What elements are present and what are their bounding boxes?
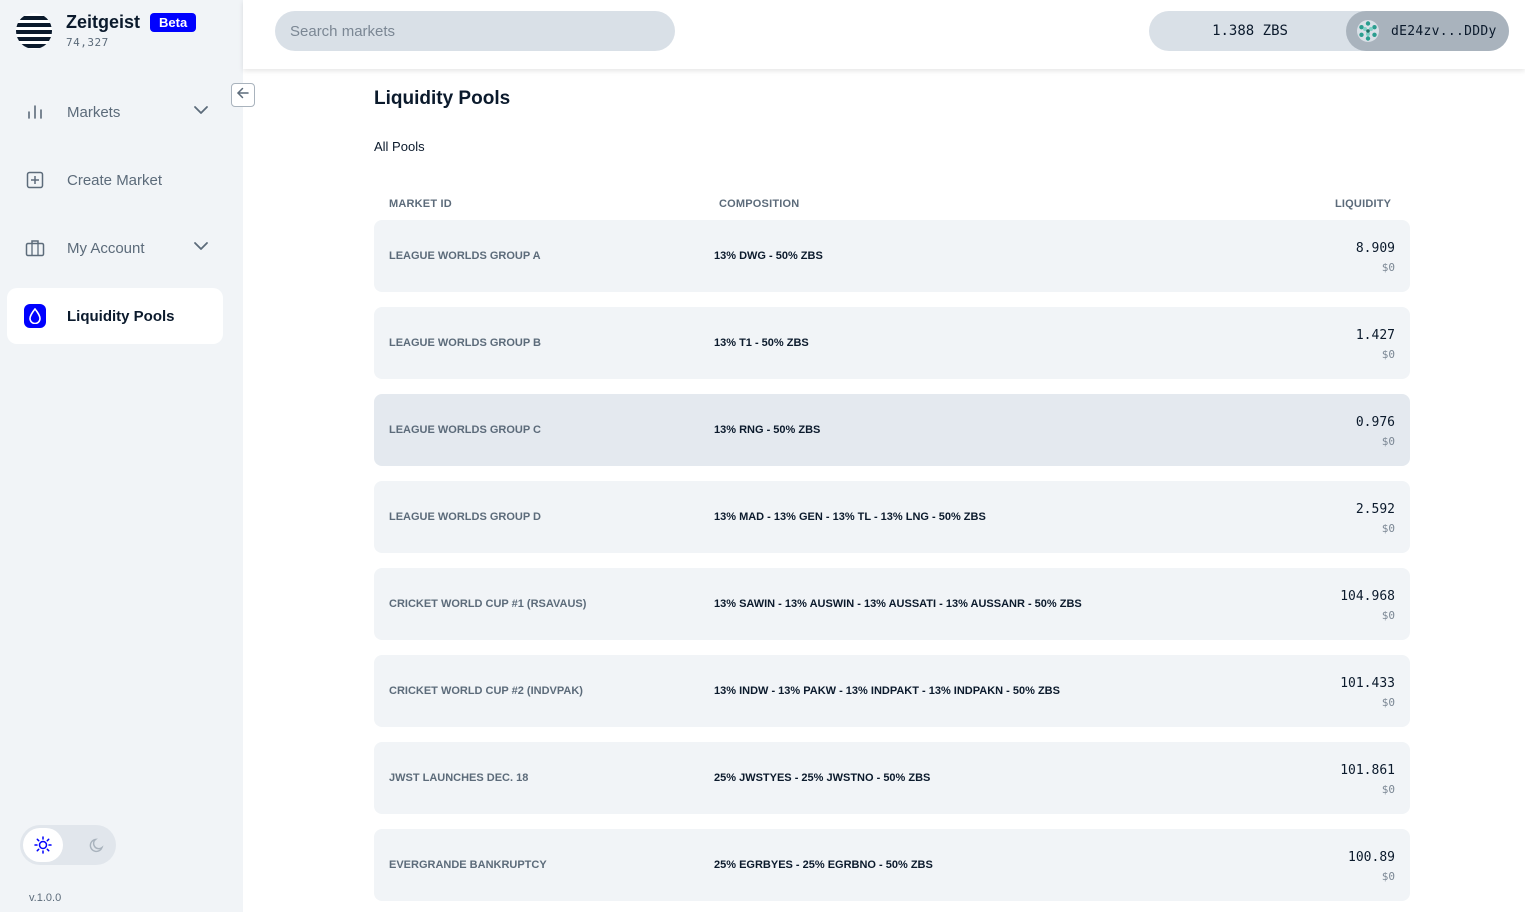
composition-cell: 13% DWG - 50% ZBS (714, 250, 823, 262)
liquidity-usd-cell: $0 (1381, 609, 1395, 622)
liquidity-cell: 101.433 (1340, 676, 1395, 691)
table-row[interactable]: LEAGUE WORLDS GROUP C 13% RNG - 50% ZBS … (374, 394, 1410, 466)
table-row[interactable]: CRICKET WORLD CUP #1 (RSAVAUS) 13% SAWIN… (374, 568, 1410, 640)
market-id-cell: CRICKET WORLD CUP #2 (INDVPAK) (389, 685, 583, 697)
market-id-cell: CRICKET WORLD CUP #1 (RSAVAUS) (389, 598, 587, 610)
column-header-liquidity: LIQUIDITY (1335, 198, 1392, 210)
table-row[interactable]: CRICKET WORLD CUP #2 (INDVPAK) 13% INDW … (374, 655, 1410, 727)
composition-cell: 13% SAWIN - 13% AUSWIN - 13% AUSSATI - 1… (714, 598, 1082, 610)
composition-cell: 25% EGRBYES - 25% EGRBNO - 50% ZBS (714, 859, 933, 871)
sun-icon[interactable] (23, 828, 63, 862)
liquidity-usd-cell: $0 (1381, 696, 1395, 709)
chevron-down-icon[interactable] (193, 102, 209, 123)
zeitgeist-logo-icon (16, 13, 52, 49)
liquidity-cell: 8.909 (1355, 241, 1395, 256)
liquidity-cell: 2.592 (1355, 502, 1395, 517)
composition-cell: 25% JWSTYES - 25% JWSTNO - 50% ZBS (714, 772, 931, 784)
sidebar-item-my-account[interactable]: My Account (7, 220, 223, 276)
liquidity-usd-cell: $0 (1381, 783, 1395, 796)
sidebar-item-label: Liquidity Pools (67, 307, 175, 325)
market-id-cell: LEAGUE WORLDS GROUP B (389, 337, 541, 349)
collapse-sidebar-button[interactable] (231, 83, 255, 107)
liquidity-usd-cell: $0 (1381, 522, 1395, 535)
search-input[interactable] (275, 11, 675, 51)
liquidity-usd-cell: $0 (1381, 261, 1395, 274)
liquidity-usd-cell: $0 (1381, 870, 1395, 883)
arrow-left-icon (236, 86, 250, 105)
sidebar-item-liquidity-pools[interactable]: Liquidity Pools (7, 288, 223, 344)
sidebar-item-label: Markets (67, 103, 121, 121)
composition-cell: 13% RNG - 50% ZBS (714, 424, 821, 436)
wallet-widget[interactable]: 1.388 ZBS dE24zv...DDDy (1149, 11, 1509, 51)
liquidity-cell: 104.968 (1340, 589, 1395, 604)
liquidity-usd-cell: $0 (1381, 435, 1395, 448)
account-button[interactable]: dE24zv...DDDy (1346, 11, 1509, 51)
identicon-avatar (1355, 18, 1381, 44)
pools-subtitle: All Pools (374, 139, 425, 154)
moon-icon[interactable] (80, 828, 114, 862)
top-bar: 1.388 ZBS dE24zv...DDDy (243, 0, 1525, 69)
liquidity-cell: 101.861 (1340, 763, 1395, 778)
market-id-cell: LEAGUE WORLDS GROUP A (389, 250, 541, 262)
column-header-market-id: MARKET ID (389, 198, 452, 210)
sidebar-item-markets[interactable]: Markets (7, 84, 223, 140)
market-id-cell: LEAGUE WORLDS GROUP D (389, 511, 541, 523)
market-id-cell: JWST LAUNCHES DEC. 18 (389, 772, 529, 784)
version-label: v.1.0.0 (29, 892, 62, 904)
table-row[interactable]: JWST LAUNCHES DEC. 18 25% JWSTYES - 25% … (374, 742, 1410, 814)
account-address: dE24zv...DDDy (1391, 23, 1497, 39)
droplet-icon (24, 304, 46, 328)
brand[interactable]: Zeitgeist Beta 74,327 (16, 12, 197, 49)
sidebar-item-label: Create Market (67, 171, 163, 189)
table-row[interactable]: EVERGRANDE BANKRUPTCY 25% EGRBYES - 25% … (374, 829, 1410, 901)
composition-cell: 13% INDW - 13% PAKW - 13% INDPAKT - 13% … (714, 685, 1060, 697)
market-id-cell: EVERGRANDE BANKRUPTCY (389, 859, 547, 871)
liquidity-cell: 1.427 (1355, 328, 1395, 343)
sidebar: Zeitgeist Beta 74,327 Markets Create Mar… (0, 0, 243, 912)
chevron-down-icon[interactable] (193, 238, 209, 259)
theme-toggle[interactable] (20, 825, 116, 865)
composition-cell: 13% T1 - 50% ZBS (714, 337, 809, 349)
sidebar-item-label: My Account (67, 239, 145, 257)
liquidity-cell: 100.89 (1348, 850, 1395, 865)
market-id-cell: LEAGUE WORLDS GROUP C (389, 424, 541, 436)
table-row[interactable]: LEAGUE WORLDS GROUP A 13% DWG - 50% ZBS … (374, 220, 1410, 292)
block-number: 74,327 (66, 36, 109, 49)
table-row[interactable]: LEAGUE WORLDS GROUP B 13% T1 - 50% ZBS 1… (374, 307, 1410, 379)
table-row[interactable]: LEAGUE WORLDS GROUP D 13% MAD - 13% GEN … (374, 481, 1410, 553)
column-header-composition: COMPOSITION (719, 198, 800, 210)
page-title: Liquidity Pools (374, 88, 511, 109)
brand-name: Zeitgeist (66, 12, 141, 32)
liquidity-cell: 0.976 (1355, 415, 1395, 430)
balance-display: 1.388 ZBS (1212, 23, 1288, 39)
plus-square-icon (24, 169, 46, 191)
beta-badge: Beta (150, 13, 197, 32)
composition-cell: 13% MAD - 13% GEN - 13% TL - 13% LNG - 5… (714, 511, 986, 523)
briefcase-icon (24, 237, 46, 259)
bar-chart-icon (24, 101, 46, 123)
sidebar-item-create-market[interactable]: Create Market (7, 152, 223, 208)
liquidity-usd-cell: $0 (1381, 348, 1395, 361)
